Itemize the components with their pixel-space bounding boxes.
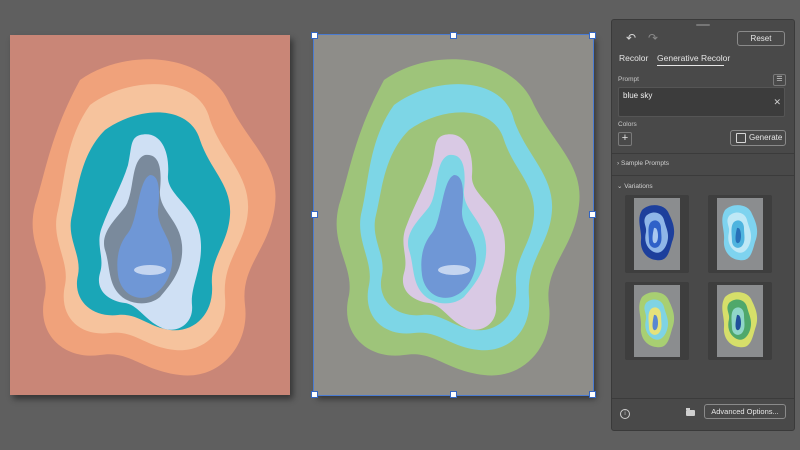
artwork-original [32, 59, 276, 376]
sample-prompts-label: Sample Prompts [620, 160, 670, 167]
artboard-original[interactable] [10, 35, 290, 395]
variation-preview [717, 198, 763, 270]
variation-preview [634, 198, 680, 270]
undo-icon[interactable]: ↶ [626, 32, 636, 44]
chevron-right-icon: › [617, 160, 620, 167]
tab-recolor[interactable]: Recolor [619, 53, 648, 63]
variation-thumbnail-2[interactable] [708, 195, 772, 273]
artwork-recolored [336, 59, 580, 376]
selection-handle-left[interactable] [311, 211, 318, 218]
selection-handle-top-right[interactable] [589, 32, 596, 39]
folder-icon[interactable] [686, 408, 695, 416]
generate-icon [736, 133, 746, 143]
variation-preview [634, 285, 680, 357]
advanced-options-button[interactable]: Advanced Options... [704, 404, 786, 419]
panel-grip[interactable] [696, 24, 710, 26]
variations-label: Variations [624, 183, 653, 190]
plus-icon[interactable]: + [618, 132, 632, 146]
tab-generative-recolor[interactable]: Generative Recolor [657, 53, 730, 63]
variation-thumbnail-4[interactable] [708, 282, 772, 360]
selection-handle-top[interactable] [450, 32, 457, 39]
variation-thumbnail-1[interactable] [625, 195, 689, 273]
prompt-text: blue sky [623, 91, 653, 100]
prompt-label: Prompt [618, 76, 639, 83]
divider [612, 175, 794, 176]
chevron-down-icon: ⌄ [617, 183, 623, 190]
redo-icon[interactable]: ↷ [648, 32, 658, 44]
selection-handle-top-left[interactable] [311, 32, 318, 39]
generate-button[interactable]: Generate [730, 130, 786, 146]
info-icon[interactable]: i [620, 409, 630, 419]
recolor-panel: ↶ ↷ Reset Recolor Generative Recolor Pro… [611, 19, 795, 431]
colors-label: Colors [618, 121, 637, 128]
selection-handle-bottom-right[interactable] [589, 391, 596, 398]
selection-handle-right[interactable] [589, 211, 596, 218]
variation-thumbnail-3[interactable] [625, 282, 689, 360]
menu-icon[interactable]: ☰ [773, 74, 786, 86]
sample-prompts-toggle[interactable]: › Sample Prompts [617, 160, 669, 167]
reset-button[interactable]: Reset [737, 31, 785, 46]
active-tab-indicator [657, 65, 724, 66]
divider [612, 398, 794, 399]
selection-handle-bottom[interactable] [450, 391, 457, 398]
generate-label: Generate [749, 133, 783, 142]
prompt-input[interactable]: blue sky ✕ [618, 87, 785, 117]
variation-preview [717, 285, 763, 357]
divider [612, 153, 794, 154]
close-icon[interactable]: ✕ [773, 97, 781, 108]
artboard-recolored[interactable] [311, 32, 596, 398]
variations-toggle[interactable]: ⌄ Variations [617, 182, 653, 190]
selection-handle-bottom-left[interactable] [311, 391, 318, 398]
